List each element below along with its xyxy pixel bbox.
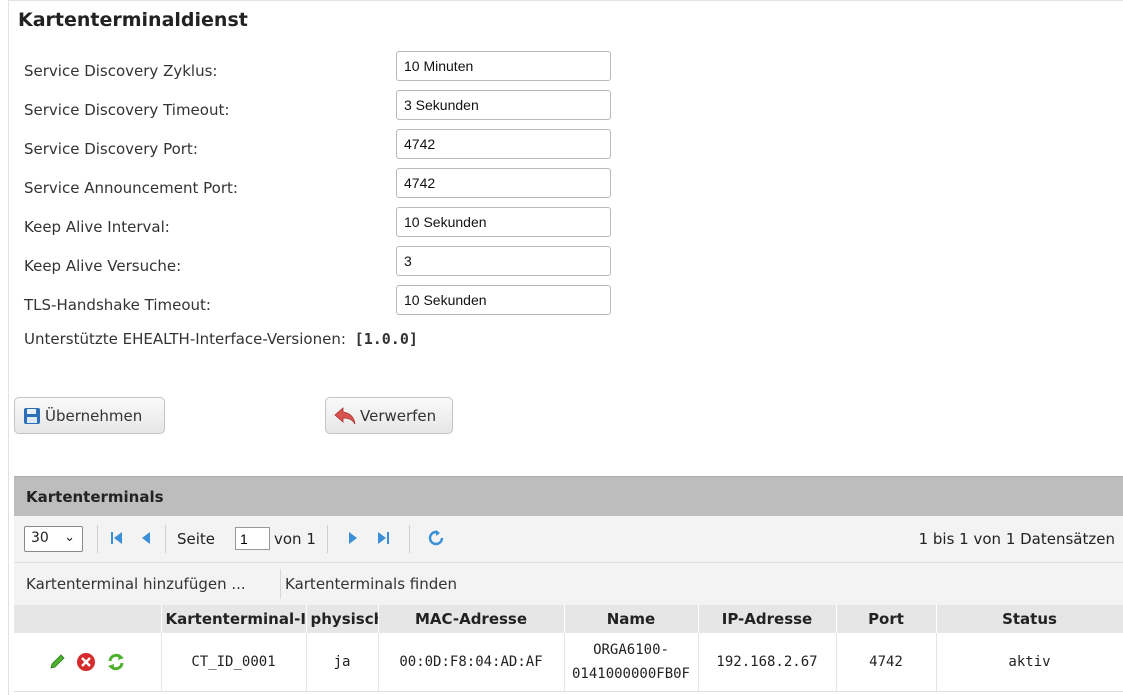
first-page-icon[interactable] <box>110 530 124 546</box>
cell-status: aktiv <box>936 633 1123 692</box>
green-refresh-icon[interactable] <box>106 652 126 672</box>
page-label: Seite <box>177 530 216 548</box>
red-x-icon[interactable] <box>76 652 96 672</box>
label-sd-timeout: Service Discovery Timeout: <box>24 101 230 119</box>
cell-mac: 00:0D:F8:04:AD:AF <box>378 633 565 692</box>
label-tls-timeout: TLS-Handshake Timeout: <box>24 296 211 314</box>
page-count-label: von 1 <box>274 530 316 548</box>
undo-arrow-icon <box>334 406 356 424</box>
table-header-row: Kartenterminal-ID physisch MAC-Adresse N… <box>14 605 1123 633</box>
apply-button[interactable]: Übernehmen <box>14 397 165 434</box>
label-keepalive-interval: Keep Alive Interval: <box>24 218 170 236</box>
terminals-table: Kartenterminal-ID physisch MAC-Adresse N… <box>14 605 1123 692</box>
col-status-header[interactable]: Status <box>936 605 1123 633</box>
interface-versions-label: Unterstützte EHEALTH-Interface-Versionen… <box>24 330 346 348</box>
col-physical-header[interactable]: physisch <box>306 605 379 633</box>
reload-icon[interactable] <box>428 530 444 546</box>
label-keepalive-versuche: Keep Alive Versuche: <box>24 257 182 275</box>
grid-toolbar: Kartenterminal hinzufügen ... Kartenterm… <box>14 563 1123 605</box>
apply-button-label: Übernehmen <box>45 406 143 425</box>
grid-header: Kartenterminals <box>14 476 1123 517</box>
cell-name: ORGA6100- 0141000000FB0F <box>564 633 699 692</box>
page-size-select[interactable]: 30 ⌄ <box>24 526 83 552</box>
cell-ip: 192.168.2.67 <box>698 633 837 692</box>
next-page-icon[interactable] <box>347 530 359 546</box>
page-size-value: 30 <box>31 530 49 546</box>
row-actions <box>14 633 162 692</box>
cell-physical: ja <box>306 633 379 692</box>
pager-divider <box>327 525 328 553</box>
col-mac-header[interactable]: MAC-Adresse <box>378 605 565 633</box>
interface-versions-value: [1.0.0] <box>354 330 418 348</box>
cell-name-line2: 0141000000FB0F <box>571 666 690 682</box>
record-count: 1 bis 1 von 1 Datensätzen <box>918 530 1115 548</box>
cell-port: 4742 <box>836 633 937 692</box>
col-port-header[interactable]: Port <box>836 605 937 633</box>
label-sd-port: Service Discovery Port: <box>24 140 198 158</box>
keepalive-interval-field[interactable] <box>396 207 611 237</box>
interface-versions: Unterstützte EHEALTH-Interface-Versionen… <box>24 330 418 348</box>
add-terminal-button[interactable]: Kartenterminal hinzufügen ... <box>26 575 246 593</box>
pager-divider <box>165 525 166 553</box>
sd-zyklus-field[interactable] <box>396 51 611 81</box>
table-row[interactable]: CT_ID_0001 ja 00:0D:F8:04:AD:AF ORGA6100… <box>14 633 1123 692</box>
label-sd-zyklus: Service Discovery Zyklus: <box>24 62 218 80</box>
col-terminal-id-header[interactable]: Kartenterminal-ID <box>161 605 307 633</box>
pager-divider <box>97 525 98 553</box>
discard-button[interactable]: Verwerfen <box>325 397 453 434</box>
col-name-header[interactable]: Name <box>564 605 699 633</box>
pager-divider <box>409 525 410 553</box>
cell-name-line1: ORGA6100- <box>593 642 669 658</box>
floppy-disk-icon <box>24 407 40 424</box>
cell-terminal-id: CT_ID_0001 <box>161 633 307 692</box>
col-ip-header[interactable]: IP-Adresse <box>698 605 837 633</box>
grid-title: Kartenterminals <box>26 488 164 506</box>
pager: 30 ⌄ Seite von 1 1 bis 1 von 1 Datensätz… <box>14 516 1123 563</box>
col-actions-header <box>14 605 162 633</box>
tls-timeout-field[interactable] <box>396 285 611 315</box>
keepalive-versuche-field[interactable] <box>396 246 611 276</box>
page-title: Kartenterminaldienst <box>18 9 248 31</box>
sd-port-field[interactable] <box>396 129 611 159</box>
last-page-icon[interactable] <box>376 530 390 546</box>
chevron-down-icon: ⌄ <box>64 530 75 545</box>
discard-button-label: Verwerfen <box>360 406 437 425</box>
pencil-icon[interactable] <box>48 653 66 671</box>
announcement-port-field[interactable] <box>396 168 611 198</box>
label-announcement-port: Service Announcement Port: <box>24 179 238 197</box>
page-number-input[interactable] <box>235 527 270 550</box>
toolbar-divider <box>280 569 281 599</box>
prev-page-icon[interactable] <box>140 530 152 546</box>
sd-timeout-field[interactable] <box>396 90 611 120</box>
find-terminals-button[interactable]: Kartenterminals finden <box>285 575 457 593</box>
